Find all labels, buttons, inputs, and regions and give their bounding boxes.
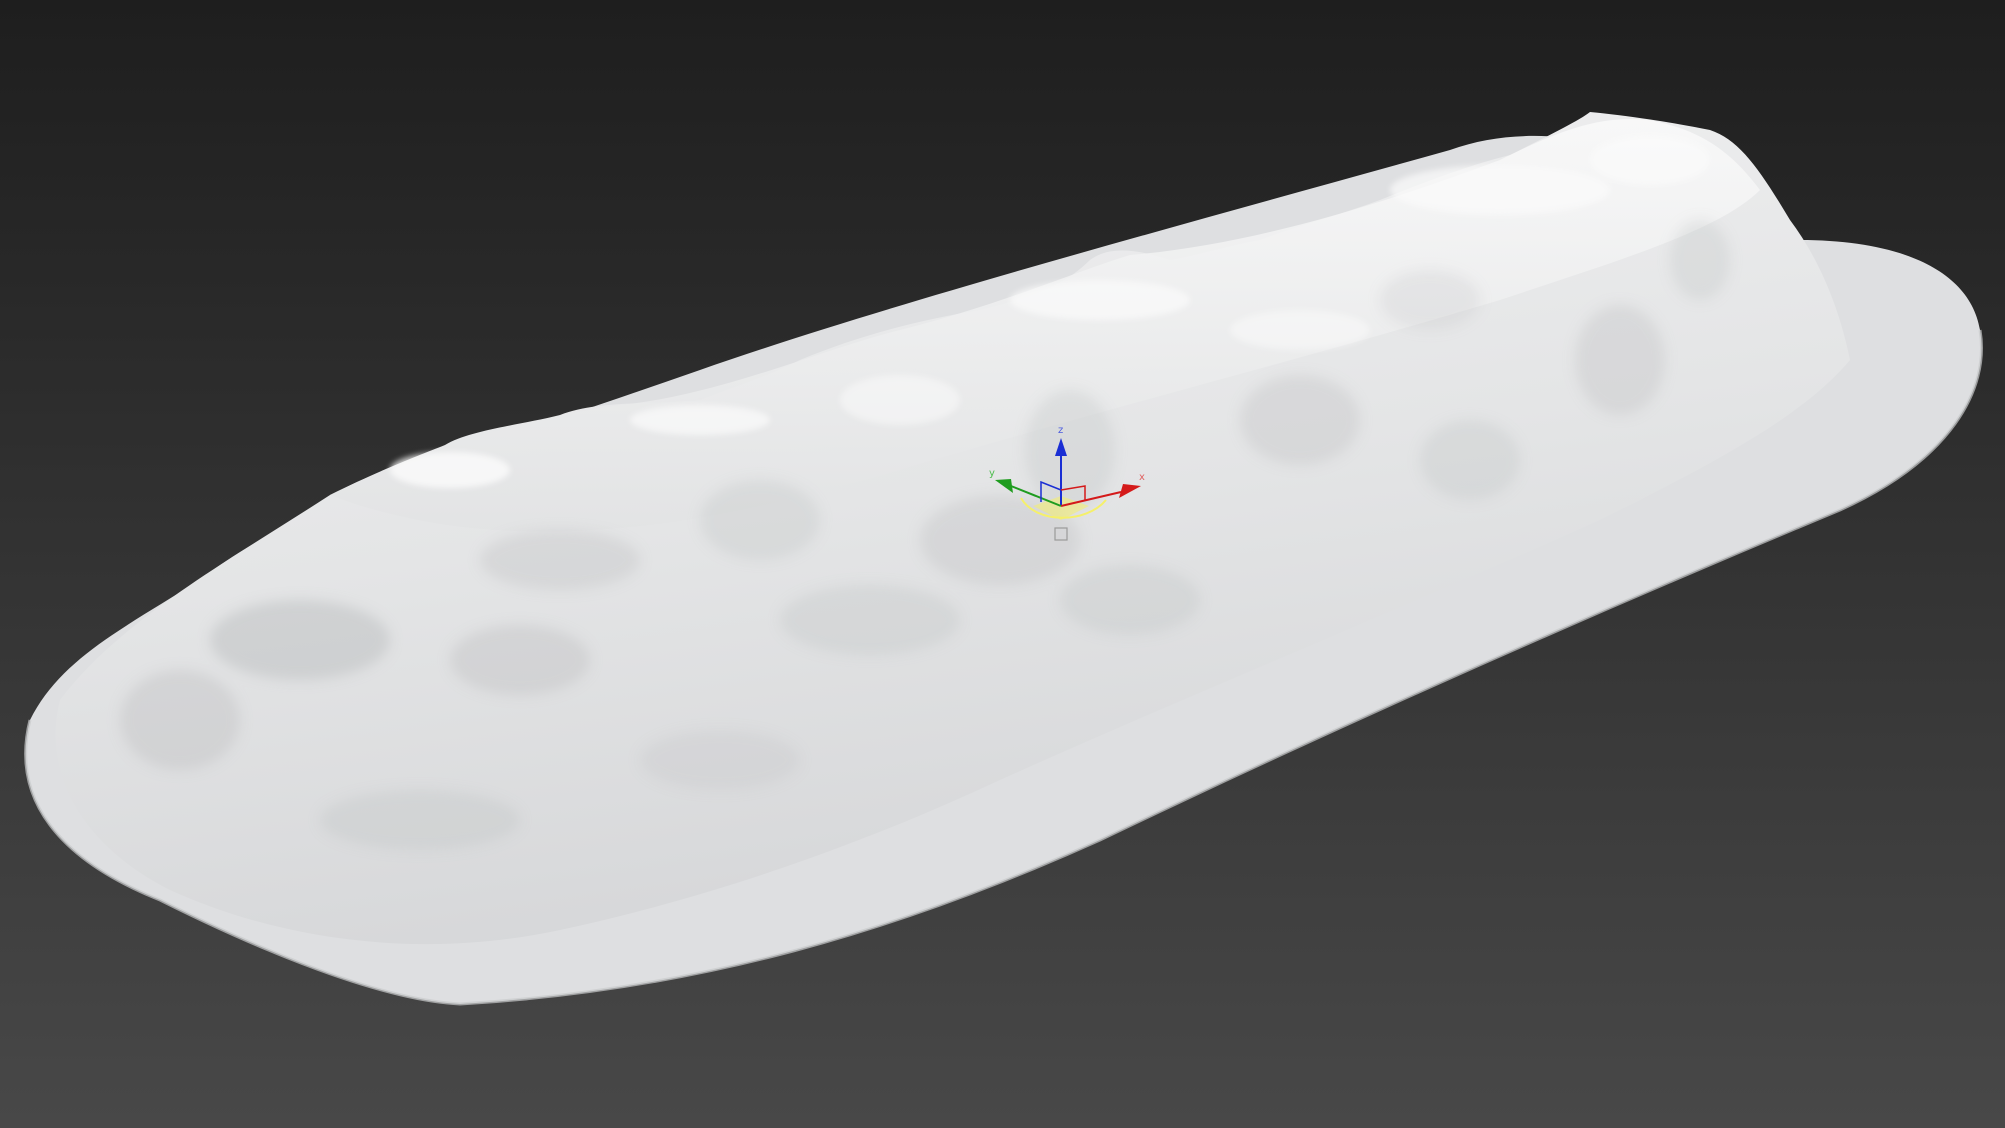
gizmo-y-label: y bbox=[989, 468, 995, 479]
gizmo-z-label: z bbox=[1058, 425, 1063, 436]
scene-canvas[interactable]: z x y bbox=[0, 0, 2005, 1128]
3d-viewport[interactable]: z x y bbox=[0, 0, 2005, 1128]
gizmo-x-label: x bbox=[1139, 472, 1145, 483]
